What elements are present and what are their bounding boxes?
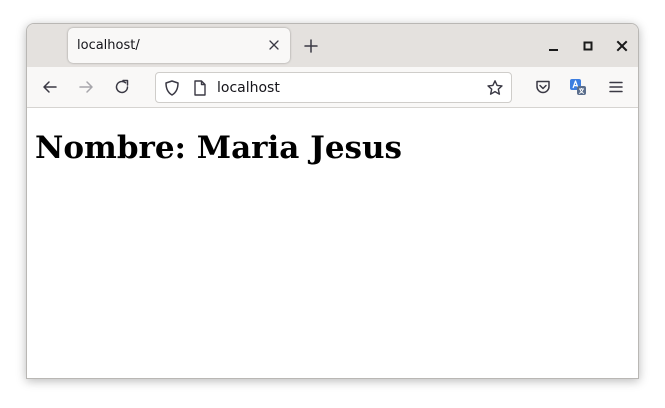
window-close-icon[interactable] — [613, 37, 631, 55]
minimize-icon[interactable] — [545, 37, 563, 55]
arrow-right-icon[interactable] — [77, 78, 95, 96]
tab-bar: localhost/ — [27, 24, 638, 67]
browser-window: localhost/ localhost Nombre: Maria Jesus — [26, 23, 639, 379]
page-heading: Nombre: Maria Jesus — [35, 130, 403, 166]
navigation-toolbar: localhost — [27, 67, 638, 108]
close-icon[interactable] — [266, 37, 282, 53]
star-icon[interactable] — [486, 79, 504, 97]
shield-icon[interactable] — [163, 79, 181, 97]
arrow-left-icon[interactable] — [41, 78, 59, 96]
plus-icon[interactable] — [302, 37, 320, 55]
url-bar[interactable]: localhost — [155, 72, 512, 103]
maximize-icon[interactable] — [579, 37, 597, 55]
url-text[interactable]: localhost — [217, 80, 280, 96]
page-icon[interactable] — [191, 79, 209, 97]
hamburger-menu-icon[interactable] — [607, 78, 625, 96]
page-content: Nombre: Maria Jesus — [27, 108, 638, 378]
translate-icon[interactable] — [569, 78, 587, 96]
pocket-icon[interactable] — [534, 78, 552, 96]
tab-localhost[interactable]: localhost/ — [68, 28, 290, 63]
reload-icon[interactable] — [113, 78, 131, 96]
tab-title: localhost/ — [77, 38, 140, 53]
